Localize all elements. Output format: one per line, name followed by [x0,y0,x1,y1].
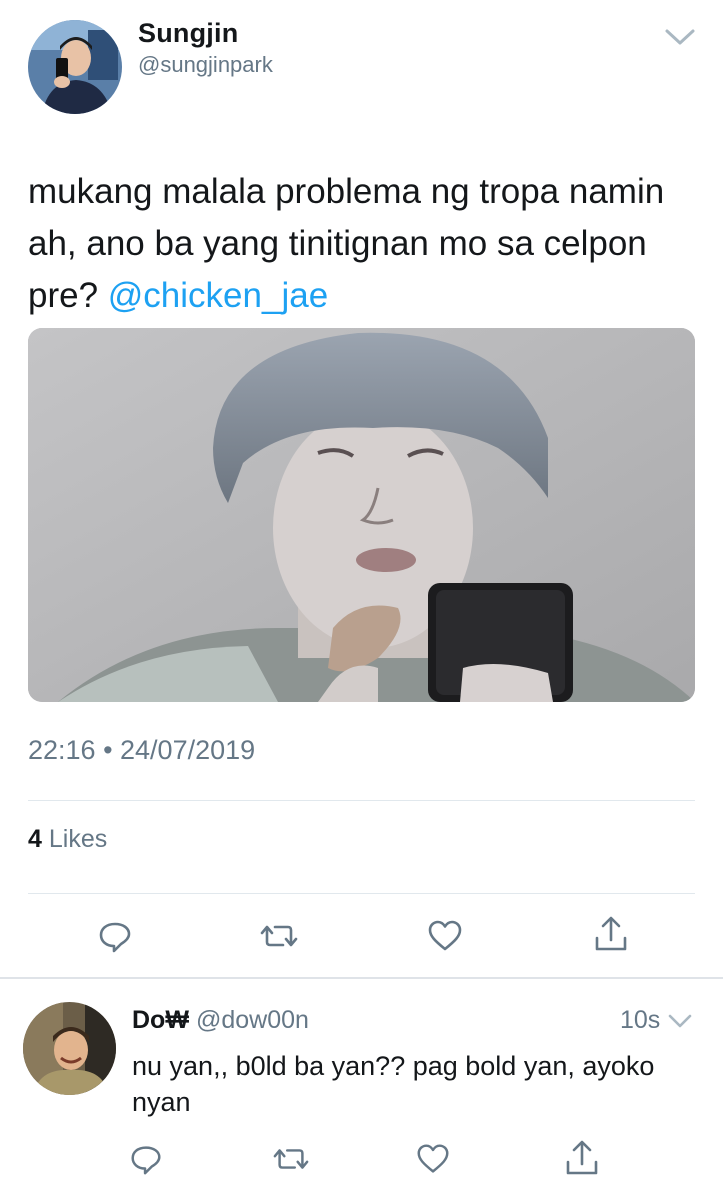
heart-icon[interactable] [425,916,465,956]
tweet-timestamp[interactable]: 22:16 • 24/07/2019 [28,735,255,766]
reply-tweet[interactable]: Do₩ @dow00n 10s nu yan,, b0ld ba yan?? p… [0,980,723,1200]
likes-count[interactable]: 4 Likes [28,825,107,854]
reply-icon[interactable] [127,1140,165,1178]
retweet-icon[interactable] [272,1140,310,1178]
share-icon[interactable] [562,1138,602,1178]
likes-number: 4 [28,825,42,853]
section-separator [0,977,723,979]
divider [28,893,695,894]
reply-author-name[interactable]: Do₩ [132,1006,189,1035]
divider [28,800,695,801]
chevron-down-icon[interactable] [662,22,698,52]
author-display-name[interactable]: Sungjin [138,18,238,49]
reply-time[interactable]: 10s [620,1006,660,1035]
tweet-text: mukang malala problema ng tropa namin ah… [28,166,698,322]
reply-text: nu yan,, b0ld ba yan?? pag bold yan, ayo… [132,1051,655,1117]
tweet-detail: Sungjin @sungjinpark mukang malala probl… [0,0,723,978]
author-avatar[interactable] [28,20,122,114]
likes-label: Likes [48,825,108,853]
reply-author-avatar[interactable] [23,1002,116,1095]
tweet-media-photo[interactable] [28,328,695,702]
author-handle[interactable]: @sungjinpark [138,52,273,78]
mention-link[interactable]: @chicken_jae [108,276,328,315]
reply-author-handle[interactable]: @dow00n [196,1006,309,1035]
retweet-icon[interactable] [259,916,299,956]
chevron-down-icon[interactable] [666,1010,694,1032]
reply-icon[interactable] [95,916,135,956]
heart-icon[interactable] [414,1140,452,1178]
share-icon[interactable] [591,914,631,954]
